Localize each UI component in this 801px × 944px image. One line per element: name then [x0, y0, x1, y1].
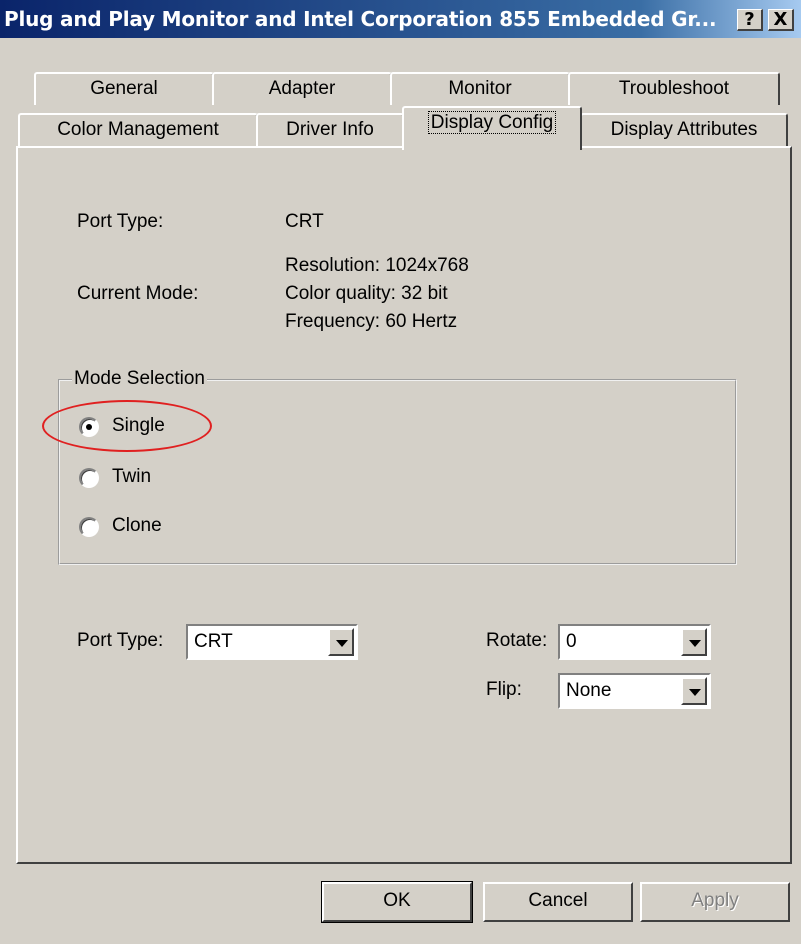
frequency-text: Frequency: 60 Hertz: [285, 311, 458, 332]
properties-dialog: Plug and Play Monitor and Intel Corporat…: [0, 0, 801, 944]
rotate-select[interactable]: 0: [558, 624, 711, 660]
chevron-down-icon[interactable]: [681, 677, 707, 705]
rotate-label: Rotate:: [486, 630, 548, 651]
mode-selection-legend: Mode Selection: [72, 368, 207, 390]
flip-select-value: None: [566, 680, 612, 701]
highlight-ring: [42, 400, 212, 452]
radio-twin[interactable]: [79, 468, 99, 488]
current-mode-label: Current Mode:: [77, 283, 199, 304]
port-type-value: CRT: [285, 211, 324, 232]
port-type-select[interactable]: CRT: [186, 624, 358, 660]
flip-select[interactable]: None: [558, 673, 711, 709]
color-quality-text: Color quality: 32 bit: [285, 283, 448, 304]
radio-twin-label[interactable]: Twin: [112, 466, 151, 488]
rotate-select-value: 0: [566, 631, 577, 652]
chevron-down-icon[interactable]: [681, 628, 707, 656]
flip-label: Flip:: [486, 679, 522, 700]
port-type-select-value: CRT: [194, 631, 233, 652]
radio-clone[interactable]: [79, 517, 99, 537]
port-type-select-label: Port Type:: [77, 630, 164, 651]
resolution-text: Resolution: 1024x768: [285, 255, 469, 276]
radio-clone-label[interactable]: Clone: [112, 515, 162, 537]
port-type-label: Port Type:: [77, 211, 164, 232]
chevron-down-icon[interactable]: [328, 628, 354, 656]
